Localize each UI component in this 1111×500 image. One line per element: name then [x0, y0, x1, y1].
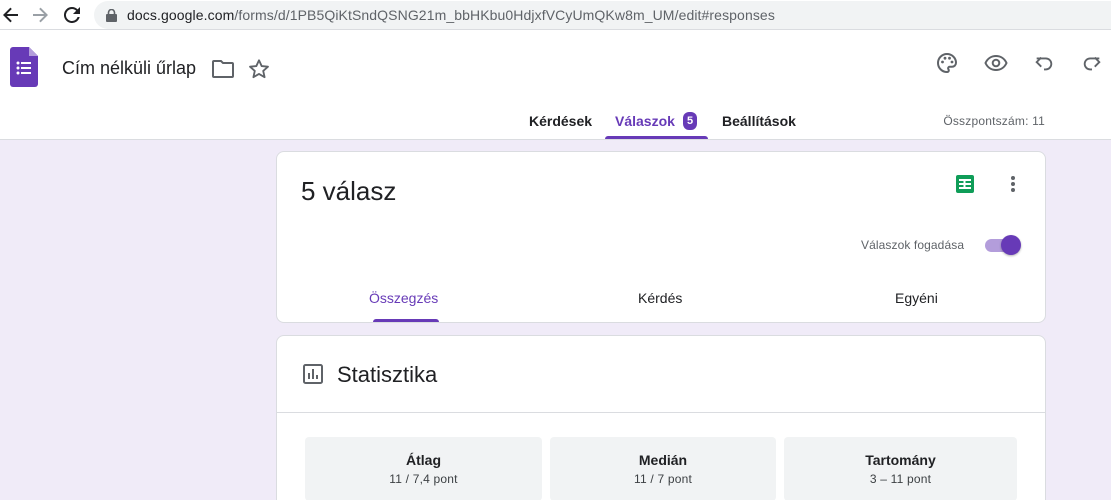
reload-icon[interactable] — [61, 4, 83, 26]
stat-average: Átlag 11 / 7,4 pont — [305, 437, 542, 500]
app-header: Cím nélküli űrlap Kérdések Válaszok 5 Be… — [0, 30, 1111, 140]
address-bar[interactable]: docs.google.com/forms/d/1PB5QiKtSndQSNG2… — [94, 1, 1111, 29]
stat-range: Tartomány 3 – 11 pont — [784, 437, 1017, 500]
stat-median: Medián 11 / 7 pont — [550, 437, 776, 500]
tab-questions[interactable]: Kérdések — [529, 110, 592, 140]
bar-chart-icon — [303, 364, 323, 384]
subtab-question[interactable]: Kérdés — [638, 290, 682, 306]
sheets-icon[interactable] — [955, 174, 975, 194]
url-path: /forms/d/1PB5QiKtSndQSNG21m_bbHKbu0Hdjxf… — [234, 7, 775, 23]
accepting-responses-toggle[interactable] — [985, 234, 1021, 256]
divider — [277, 412, 1045, 413]
responses-count-badge: 5 — [683, 112, 697, 130]
lock-icon — [106, 8, 117, 22]
palette-icon[interactable] — [933, 49, 961, 77]
response-count: 5 válasz — [301, 176, 397, 206]
stat-value: 11 / 7,4 pont — [389, 472, 458, 486]
accepting-responses-label: Válaszok fogadása — [861, 238, 965, 252]
stat-label: Medián — [638, 452, 688, 468]
stat-label: Tartomány — [865, 452, 936, 468]
stat-value: 11 / 7 pont — [633, 472, 693, 486]
tab-settings[interactable]: Beállítások — [722, 110, 796, 140]
subtab-summary[interactable]: Összegzés — [369, 290, 438, 306]
browser-toolbar: docs.google.com/forms/d/1PB5QiKtSndQSNG2… — [0, 0, 1111, 30]
statistics-card: Statisztika Átlag 11 / 7,4 pont Medián 1… — [276, 335, 1046, 500]
responses-summary-card: 5 válasz Válaszok fogadása Összegzés Kér… — [276, 151, 1046, 323]
more-options-icon[interactable] — [1003, 174, 1023, 194]
eye-icon[interactable] — [982, 49, 1010, 77]
toggle-knob — [1001, 235, 1021, 255]
statistics-title: Statisztika — [337, 362, 438, 387]
url-host: docs.google.com — [127, 7, 235, 23]
stat-value: 3 – 11 pont — [869, 472, 932, 486]
forward-arrow-icon[interactable] — [29, 4, 51, 26]
forms-logo-icon[interactable] — [10, 47, 38, 87]
active-subtab-indicator — [373, 319, 439, 322]
active-tab-indicator — [605, 136, 708, 139]
document-title[interactable]: Cím nélküli űrlap — [62, 58, 196, 79]
subtab-individual[interactable]: Egyéni — [895, 290, 938, 306]
folder-icon[interactable] — [209, 55, 237, 83]
form-tabs: Kérdések Válaszok 5 Beállítások Összpont… — [0, 110, 1111, 140]
total-points: Összpontszám: 11 — [943, 114, 1045, 128]
redo-icon[interactable] — [1078, 49, 1106, 77]
back-arrow-icon[interactable] — [0, 4, 22, 26]
star-icon[interactable] — [245, 55, 273, 83]
stat-label: Átlag — [406, 452, 441, 468]
url-text: docs.google.com/forms/d/1PB5QiKtSndQSNG2… — [127, 7, 775, 23]
undo-icon[interactable] — [1030, 49, 1058, 77]
